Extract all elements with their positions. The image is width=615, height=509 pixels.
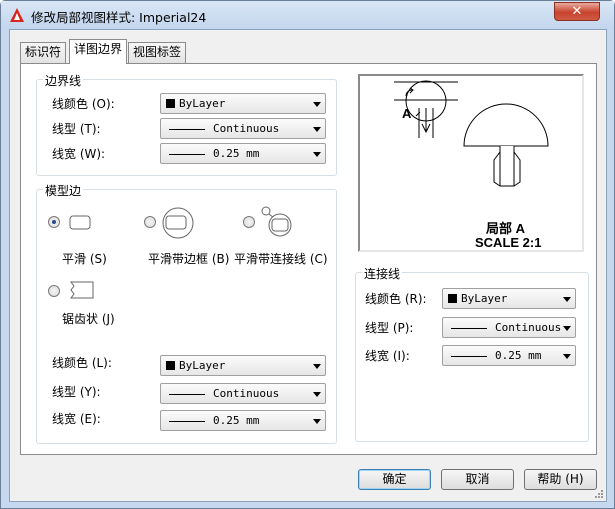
model-edge-linetype-dropdown[interactable]: Continuous — [160, 383, 326, 404]
dropdown-arrow-icon — [313, 419, 321, 424]
dropdown-arrow-icon — [313, 152, 321, 157]
dropdown-arrow-icon — [563, 326, 571, 331]
combo-value: Continuous — [495, 321, 562, 334]
group-title: 边界线 — [43, 72, 84, 89]
tab-identifier[interactable]: 标识符 — [20, 42, 67, 63]
preview-caption-scale: SCALE 2:1 — [475, 235, 542, 250]
radio-smooth-with-border[interactable] — [144, 216, 156, 228]
jagged-edge-icon — [70, 281, 94, 299]
combo-value: ByLayer — [179, 359, 226, 372]
combo-value: 0.25 mm — [495, 349, 542, 362]
window-title: 修改局部视图样式: Imperial24 — [31, 10, 207, 25]
connection-lineweight-label: 线宽 (I): — [365, 349, 410, 363]
line-sample — [169, 421, 205, 422]
combo-value: Continuous — [213, 122, 280, 135]
model-edge-color-label: 线颜色 (L): — [52, 356, 112, 370]
connection-lineweight-dropdown[interactable]: 0.25 mm — [442, 345, 576, 366]
model-edge-group: 模型边 平滑 (S) 平滑带边框 (B) 平滑带连接线 (C) 锯齿状 (J) … — [36, 182, 337, 444]
tab-detail-boundary[interactable]: 详图边界 — [69, 39, 128, 64]
model-edge-lineweight-label: 线宽 (E): — [52, 412, 101, 426]
autocad-logo-icon — [10, 8, 24, 22]
combo-value: ByLayer — [461, 292, 508, 305]
color-swatch — [166, 361, 175, 370]
color-swatch — [166, 99, 175, 108]
close-button[interactable]: ✕ — [554, 2, 600, 21]
cancel-button[interactable]: 取消 — [441, 469, 514, 490]
color-swatch — [448, 294, 457, 303]
model-edge-lineweight-dropdown[interactable]: 0.25 mm — [160, 410, 326, 431]
group-title: 连接线 — [362, 265, 403, 282]
connection-color-dropdown[interactable]: ByLayer — [442, 288, 576, 309]
smooth-with-border-icon — [162, 207, 194, 239]
combo-value: 0.25 mm — [213, 414, 260, 427]
dropdown-arrow-icon — [313, 127, 321, 132]
tab-label: 详图边界 — [74, 42, 123, 56]
connection-linetype-dropdown[interactable]: Continuous — [442, 317, 576, 338]
smooth-edge-icon — [69, 215, 91, 230]
radio-smooth[interactable] — [48, 216, 60, 228]
boundary-linetype-label: 线型 (T): — [52, 122, 101, 136]
resize-grip-icon[interactable] — [594, 489, 604, 499]
smooth-label: 平滑 (S) — [62, 252, 107, 266]
model-edge-linetype-label: 线型 (Y): — [52, 385, 101, 399]
model-edge-color-dropdown[interactable]: ByLayer — [160, 355, 326, 376]
ok-button[interactable]: 确定 — [358, 469, 431, 490]
boundary-lines-group: 边界线 线颜色 (O): ByLayer 线型 (T): Continuous … — [36, 72, 337, 176]
smooth-with-connection-icon — [261, 206, 292, 237]
line-sample — [451, 328, 487, 329]
line-sample — [451, 356, 487, 357]
dropdown-arrow-icon — [563, 297, 571, 302]
smooth-with-border-label: 平滑带边框 (B) — [148, 252, 230, 266]
line-sample — [169, 154, 205, 155]
line-sample — [169, 394, 205, 395]
button-label: 帮助 (H) — [537, 472, 584, 486]
group-title: 模型边 — [43, 182, 84, 199]
tab-panel-detail-boundary: 边界线 线颜色 (O): ByLayer 线型 (T): Continuous … — [20, 63, 597, 455]
tab-label: 视图标签 — [133, 45, 182, 59]
combo-value: 0.25 mm — [213, 147, 260, 160]
combo-value: ByLayer — [179, 97, 226, 110]
radio-jagged[interactable] — [48, 285, 60, 297]
tab-label: 标识符 — [25, 45, 62, 59]
preview-panel: A 局部 A SCALE 2:1 — [358, 74, 584, 252]
smooth-with-connection-label: 平滑带连接线 (C) — [234, 252, 328, 266]
boundary-color-label: 线颜色 (O): — [52, 97, 115, 111]
boundary-color-dropdown[interactable]: ByLayer — [160, 93, 326, 114]
help-button[interactable]: 帮助 (H) — [524, 469, 597, 490]
dialog-client: 标识符 详图边界 视图标签 边界线 线颜色 (O): ByLayer 线型 (T… — [9, 29, 607, 502]
button-label: 取消 — [465, 472, 490, 486]
button-label: 确定 — [382, 472, 407, 486]
tab-view-label[interactable]: 视图标签 — [128, 42, 187, 63]
line-sample — [169, 129, 205, 130]
connection-lines-group: 连接线 线颜色 (R): ByLayer 线型 (P): Continuous … — [355, 265, 589, 442]
dialog-window: 修改局部视图样式: Imperial24 ✕ 标识符 详图边界 视图标签 边界线… — [0, 0, 615, 509]
dropdown-arrow-icon — [313, 392, 321, 397]
close-icon: ✕ — [571, 4, 583, 19]
connection-color-label: 线颜色 (R): — [365, 292, 427, 306]
preview-drawing — [394, 80, 549, 187]
dropdown-arrow-icon — [563, 354, 571, 359]
dropdown-arrow-icon — [313, 102, 321, 107]
title-bar[interactable]: 修改局部视图样式: Imperial24 ✕ — [1, 1, 614, 29]
dropdown-arrow-icon — [313, 364, 321, 369]
preview-marker: A — [402, 106, 412, 121]
boundary-lineweight-label: 线宽 (W): — [52, 147, 106, 161]
boundary-lineweight-dropdown[interactable]: 0.25 mm — [160, 143, 326, 164]
radio-smooth-with-connection[interactable] — [243, 216, 255, 228]
jagged-label: 锯齿状 (J) — [62, 312, 115, 326]
connection-linetype-label: 线型 (P): — [365, 321, 414, 335]
combo-value: Continuous — [213, 387, 280, 400]
boundary-linetype-dropdown[interactable]: Continuous — [160, 118, 326, 139]
